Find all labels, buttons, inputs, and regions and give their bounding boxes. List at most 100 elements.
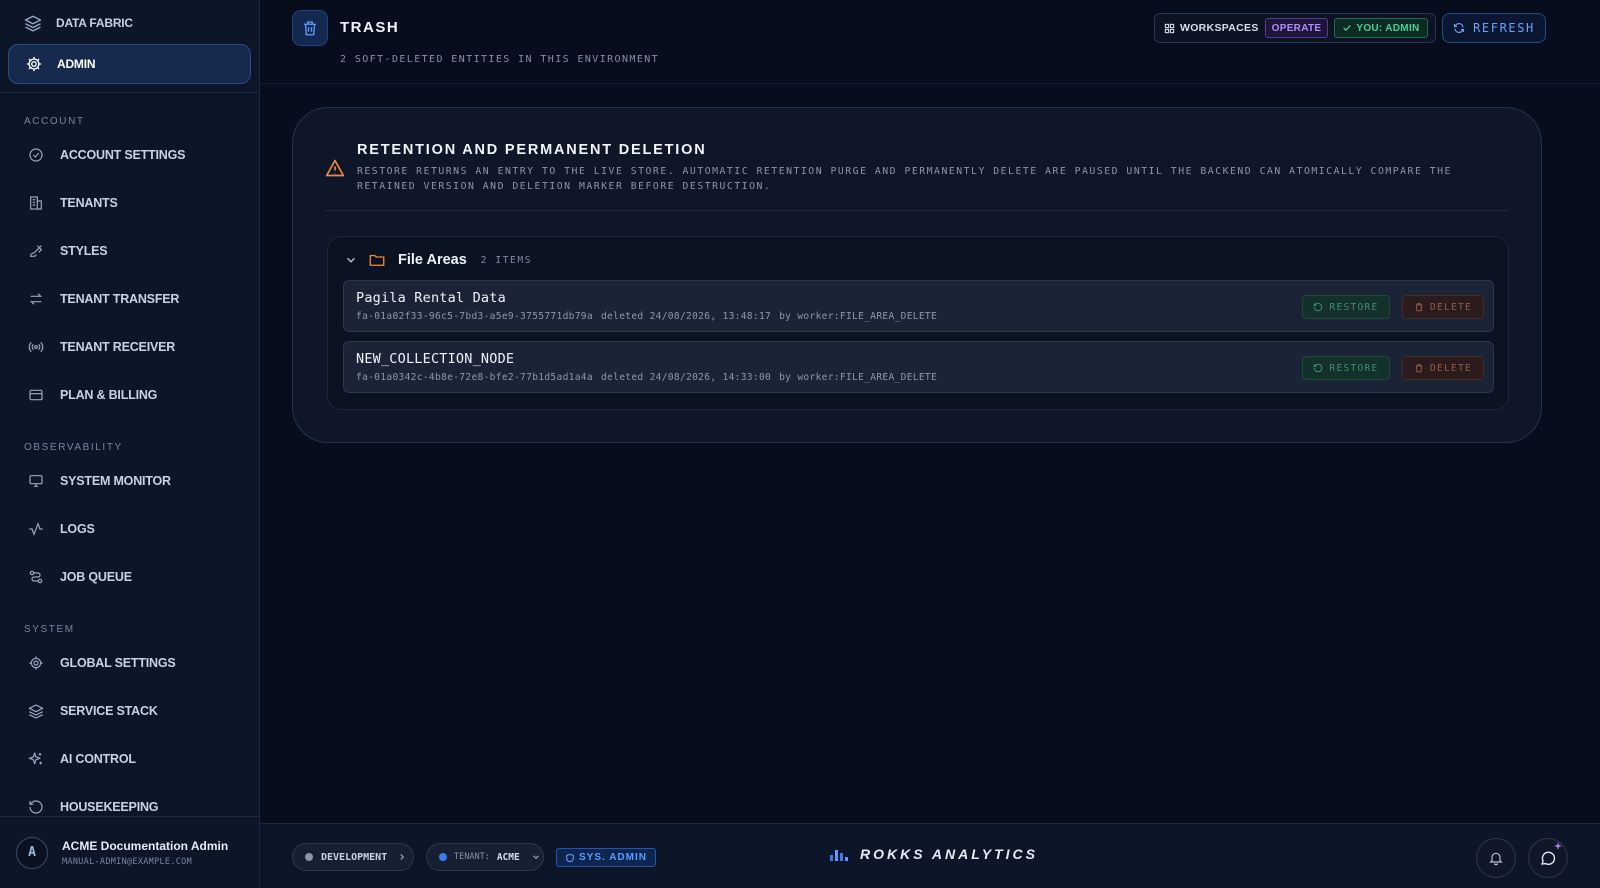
layers-icon (24, 15, 42, 32)
sidebar-item-label: ADMIN (57, 57, 96, 71)
credit-card-icon (29, 389, 43, 401)
retention-title: RETENTION AND PERMANENT DELETION (357, 142, 707, 158)
sidebar-item-plan-billing[interactable]: PLAN & BILLING (2, 371, 259, 419)
workspaces-label: WORKSPACES (1164, 22, 1259, 34)
group-count: 2 ITEMS (480, 254, 533, 266)
sidebar-item-tenant-transfer[interactable]: TENANT TRANSFER (2, 275, 259, 323)
notifications-button[interactable] (1476, 838, 1516, 878)
entry-deleted: deleted 24/08/2026, 13:48:17 (600, 311, 772, 322)
sidebar-item-admin[interactable]: ADMIN (8, 44, 251, 84)
entry-deleted-by: by worker:FILE_AREA_DELETE (779, 311, 938, 322)
sidebar-item-data-fabric[interactable]: DATA FABRIC (8, 8, 251, 38)
sidebar-item-label: TENANT RECEIVER (60, 340, 176, 354)
brush-icon (30, 245, 43, 257)
gear-icon (29, 656, 43, 670)
environment-dot (305, 853, 313, 861)
refresh-icon (1454, 23, 1465, 33)
tenant-dot (439, 853, 447, 861)
sidebar-item-label: DATA FABRIC (56, 16, 133, 30)
sidebar-item-label: PLAN & BILLING (60, 388, 158, 402)
restore-label: RESTORE (1329, 301, 1379, 313)
trash-icon-button (292, 10, 328, 46)
sidebar-item-styles[interactable]: STYLES (2, 227, 259, 275)
trash-icon (304, 21, 316, 36)
chat-button[interactable] (1528, 838, 1568, 878)
retention-description: RESTORE RETURNS AN ENTRY TO THE LIVE STO… (357, 166, 1452, 192)
activity-icon (29, 521, 43, 537)
page-title: TRASH (340, 19, 400, 36)
entry-meta: fa-01a02f33-96c5-7bd3-a5e9-3755771db79a d… (356, 311, 945, 322)
tenant-selector[interactable]: TENANT: ACME (426, 843, 544, 871)
sidebar-top: DATA FABRIC ADMIN (0, 0, 259, 93)
group-header[interactable]: File Areas 2 ITEMS (344, 251, 532, 269)
section-label-account: ACCOUNT (24, 115, 85, 127)
broadcast-icon (28, 341, 44, 353)
sidebar-item-account-settings[interactable]: ACCOUNT SETTINGS (2, 131, 259, 179)
delete-label: DELETE (1429, 362, 1473, 374)
section-label-system: SYSTEM (24, 623, 75, 635)
refresh-button[interactable]: REFRESH (1442, 13, 1546, 43)
sys-admin-label: SYS. ADMIN (579, 852, 647, 863)
shield-icon (566, 853, 574, 862)
restore-icon (1314, 363, 1323, 373)
workspaces-text: WORKSPACES (1180, 22, 1259, 34)
trash-icon (1415, 303, 1423, 312)
history-icon (29, 800, 43, 814)
restore-button[interactable]: RESTORE (1302, 295, 1390, 319)
sidebar-item-label: AI CONTROL (60, 752, 136, 766)
section-label-observability: OBSERVABILITY (24, 441, 123, 453)
check-icon (1343, 25, 1352, 31)
user-profile[interactable]: A ACME Documentation Admin MANUAL-ADMIN@… (0, 816, 259, 888)
refresh-label: REFRESH (1473, 21, 1535, 35)
user-email: MANUAL-ADMIN@EXAMPLE.COM (62, 856, 193, 867)
delete-button[interactable]: DELETE (1402, 356, 1484, 380)
sidebar-item-housekeeping[interactable]: HOUSEKEEPING (2, 783, 259, 816)
operate-badge: OPERATE (1264, 18, 1329, 38)
sidebar-item-label: STYLES (60, 244, 108, 258)
sys-admin-badge: SYS. ADMIN (556, 848, 656, 867)
check-circle-icon (29, 148, 43, 162)
sidebar-item-logs[interactable]: LOGS (2, 505, 259, 553)
group-title: File Areas (398, 252, 467, 268)
grid-icon (1164, 23, 1175, 33)
sidebar-item-tenant-receiver[interactable]: TENANT RECEIVER (2, 323, 259, 371)
gear-icon (26, 56, 42, 72)
entry-name: Pagila Rental Data (356, 290, 506, 306)
avatar: A (16, 836, 48, 869)
sidebar: DATA FABRIC ADMIN ACCOUNT ACCOUNT SETTIN… (0, 0, 260, 888)
sidebar-item-system-monitor[interactable]: SYSTEM MONITOR (2, 457, 259, 505)
file-areas-group: File Areas 2 ITEMS Pagila Rental Data fa… (327, 236, 1509, 410)
sparkles-icon (28, 752, 42, 765)
delete-button[interactable]: DELETE (1402, 295, 1484, 319)
sparkle-icon (1553, 841, 1563, 851)
sidebar-item-label: SYSTEM MONITOR (60, 474, 171, 488)
transfer-arrows-icon (29, 293, 43, 305)
folder-icon (369, 254, 385, 266)
sidebar-item-label: LOGS (60, 522, 95, 536)
sidebar-item-job-queue[interactable]: JOB QUEUE (2, 553, 259, 601)
sidebar-nav: ACCOUNT ACCOUNT SETTINGS TENANTS STYLES … (0, 93, 259, 816)
sidebar-item-label: HOUSEKEEPING (60, 800, 159, 814)
workspace-indicator[interactable]: WORKSPACES OPERATE YOU: ADMIN (1154, 13, 1436, 43)
sidebar-item-label: TENANTS (60, 196, 118, 210)
environment-selector[interactable]: DEVELOPMENT (292, 843, 414, 871)
sidebar-item-ai-control[interactable]: AI CONTROL (2, 735, 259, 783)
sidebar-item-service-stack[interactable]: SERVICE STACK (2, 687, 259, 735)
page-subtitle: 2 SOFT-DELETED ENTITIES IN THIS ENVIRONM… (340, 54, 660, 65)
tenant-value: ACME (496, 851, 520, 863)
layers-icon (28, 704, 44, 719)
role-badge-text: YOU: ADMIN (1356, 22, 1420, 34)
sidebar-item-label: JOB QUEUE (60, 570, 132, 584)
entry-id: fa-01a0342c-4b8e-72e8-bfe2-77b1d5ad1a4a (356, 372, 593, 383)
sidebar-item-global-settings[interactable]: GLOBAL SETTINGS (2, 639, 259, 687)
list-item: Pagila Rental Data fa-01a02f33-96c5-7bd3… (343, 280, 1494, 332)
chevron-right-icon (400, 854, 405, 860)
warning-icon (325, 159, 345, 177)
sidebar-item-label: ACCOUNT SETTINGS (60, 148, 186, 162)
restore-button[interactable]: RESTORE (1302, 356, 1390, 380)
chevron-down-icon[interactable] (344, 253, 358, 267)
restore-icon (1314, 302, 1323, 312)
sidebar-item-label: GLOBAL SETTINGS (60, 656, 176, 670)
workflow-icon (29, 570, 43, 584)
sidebar-item-tenants[interactable]: TENANTS (2, 179, 259, 227)
